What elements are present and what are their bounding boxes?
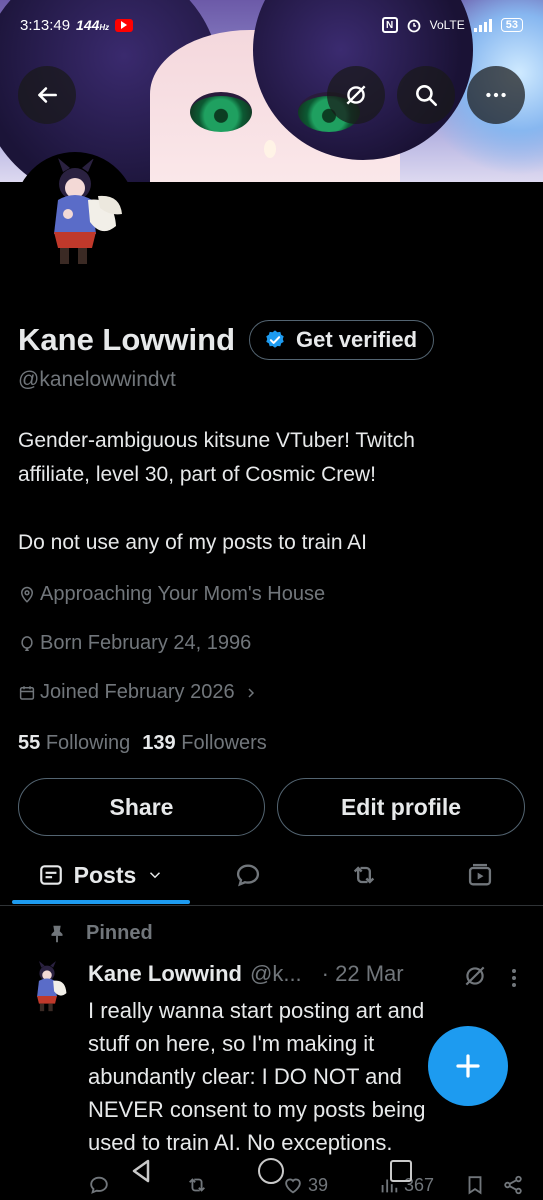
grok-slash-icon bbox=[346, 85, 366, 105]
tab-active-indicator bbox=[12, 900, 190, 904]
tab-reposts[interactable] bbox=[334, 846, 394, 904]
avatar-illustration bbox=[18, 156, 132, 270]
profile-location: Approaching Your Mom's House bbox=[18, 583, 325, 606]
edit-profile-label: Edit profile bbox=[340, 793, 462, 820]
posts-icon bbox=[39, 865, 62, 885]
avatar-illustration bbox=[20, 960, 74, 1014]
bio-line: Do not use any of my posts to train AI bbox=[18, 531, 368, 554]
location-text: Approaching Your Mom's House bbox=[40, 583, 326, 605]
triangle-back-icon bbox=[132, 1159, 150, 1183]
search-icon bbox=[416, 85, 438, 107]
share-post-button[interactable] bbox=[502, 1174, 524, 1196]
calendar-icon bbox=[19, 685, 35, 700]
joined-text: Joined February 2026 bbox=[40, 681, 235, 703]
bio-line: affiliate, level 30, part of Cosmic Crew… bbox=[18, 463, 376, 486]
followers-link[interactable]: 139 Followers bbox=[142, 732, 267, 755]
back-button[interactable] bbox=[18, 66, 76, 124]
followers-count: 139 bbox=[142, 732, 176, 754]
repost-icon bbox=[189, 1178, 205, 1192]
clock: 3:13:49 bbox=[20, 16, 71, 34]
pinned-indicator: Pinned bbox=[46, 922, 153, 945]
edit-profile-button[interactable]: Edit profile bbox=[277, 778, 525, 836]
more-horizontal-icon bbox=[486, 92, 506, 98]
get-verified-button[interactable]: Get verified bbox=[249, 320, 435, 360]
post-handle[interactable]: @k... bbox=[250, 961, 302, 987]
reply-icon bbox=[236, 864, 260, 887]
pin-icon bbox=[51, 925, 63, 942]
tab-media[interactable] bbox=[450, 846, 510, 904]
youtube-icon bbox=[115, 18, 134, 32]
profile-name-row: Kane Lowwind Get verified bbox=[18, 320, 435, 360]
media-icon bbox=[468, 863, 492, 886]
chevron-down-icon bbox=[150, 872, 161, 879]
signal-icon bbox=[473, 19, 492, 32]
following-link[interactable]: 55 Following bbox=[18, 732, 130, 755]
bookmark-icon bbox=[468, 1176, 482, 1195]
post-text-line: I really wanna start posting art and bbox=[88, 998, 425, 1023]
bio-line: Gender-ambiguous kitsune VTuber! Twitch bbox=[18, 429, 415, 452]
follow-stats: 55 Following 139 Followers bbox=[18, 732, 267, 755]
profile-avatar[interactable] bbox=[14, 152, 136, 274]
pinned-label: Pinned bbox=[86, 922, 153, 944]
followers-label: Followers bbox=[181, 732, 267, 754]
system-back-button[interactable] bbox=[130, 1158, 152, 1189]
share-icon bbox=[504, 1175, 522, 1195]
profile-handle: @kanelowwindvt bbox=[18, 368, 176, 391]
bio-line bbox=[18, 492, 523, 526]
profile-tabs: Posts bbox=[0, 846, 543, 906]
reply-button[interactable] bbox=[88, 1174, 110, 1196]
repost-icon bbox=[353, 866, 375, 884]
post-header: Kane Lowwind @k... · 22 Mar bbox=[88, 961, 404, 987]
profile-name: Kane Lowwind bbox=[18, 322, 235, 357]
heart-icon bbox=[285, 1178, 301, 1194]
grok-slash-icon bbox=[465, 966, 485, 986]
tab-posts-label: Posts bbox=[73, 861, 137, 888]
get-verified-label: Get verified bbox=[296, 327, 418, 352]
post-date[interactable]: · 22 Mar bbox=[322, 961, 404, 987]
following-count: 55 bbox=[18, 732, 41, 754]
like-button[interactable]: 39 bbox=[282, 1174, 328, 1196]
bookmark-button[interactable] bbox=[464, 1174, 486, 1196]
birthday-text: Born February 24, 1996 bbox=[40, 632, 252, 654]
plus-icon bbox=[456, 1054, 480, 1078]
search-button[interactable] bbox=[397, 66, 455, 124]
repost-button[interactable] bbox=[186, 1174, 208, 1196]
alarm-icon bbox=[407, 19, 421, 33]
system-recents-button[interactable] bbox=[390, 1160, 412, 1182]
verified-badge-icon bbox=[266, 330, 284, 348]
nfc-icon: N bbox=[381, 17, 398, 33]
location-pin-icon bbox=[20, 586, 34, 603]
post-text-line: used to train AI. No exceptions. bbox=[88, 1130, 393, 1155]
compose-post-button[interactable] bbox=[428, 1026, 508, 1106]
share-label: Share bbox=[109, 793, 174, 820]
banner-art-nose bbox=[264, 140, 276, 158]
following-label: Following bbox=[45, 732, 131, 754]
status-bar: 3:13:49 144Hz N VoLTE 53 bbox=[20, 10, 523, 40]
profile-birthday: Born February 24, 1996 bbox=[18, 632, 251, 655]
system-home-button[interactable] bbox=[258, 1158, 284, 1184]
more-vertical-icon bbox=[512, 969, 516, 987]
tab-replies[interactable] bbox=[218, 846, 278, 904]
grok-button[interactable] bbox=[327, 66, 385, 124]
more-button[interactable] bbox=[467, 66, 525, 124]
battery-indicator: 53 bbox=[500, 18, 523, 32]
post-grok-button[interactable] bbox=[462, 963, 488, 994]
refresh-rate: 144Hz bbox=[76, 17, 110, 33]
reply-icon bbox=[90, 1176, 108, 1194]
profile-joined[interactable]: Joined February 2026 bbox=[18, 681, 259, 704]
balloon-icon bbox=[21, 635, 33, 651]
post-avatar[interactable] bbox=[20, 960, 74, 1014]
tab-posts[interactable]: Posts bbox=[12, 846, 190, 904]
post-author[interactable]: Kane Lowwind bbox=[88, 961, 242, 987]
post-more-button[interactable] bbox=[506, 966, 522, 995]
arrow-left-icon bbox=[38, 87, 57, 103]
banner-art-eye bbox=[190, 92, 252, 132]
share-button[interactable]: Share bbox=[18, 778, 265, 836]
like-count: 39 bbox=[308, 1174, 329, 1195]
network-label: VoLTE bbox=[429, 18, 465, 32]
chevron-right-icon bbox=[248, 687, 254, 698]
profile-bio: Gender-ambiguous kitsune VTuber! Twitch … bbox=[18, 424, 523, 560]
